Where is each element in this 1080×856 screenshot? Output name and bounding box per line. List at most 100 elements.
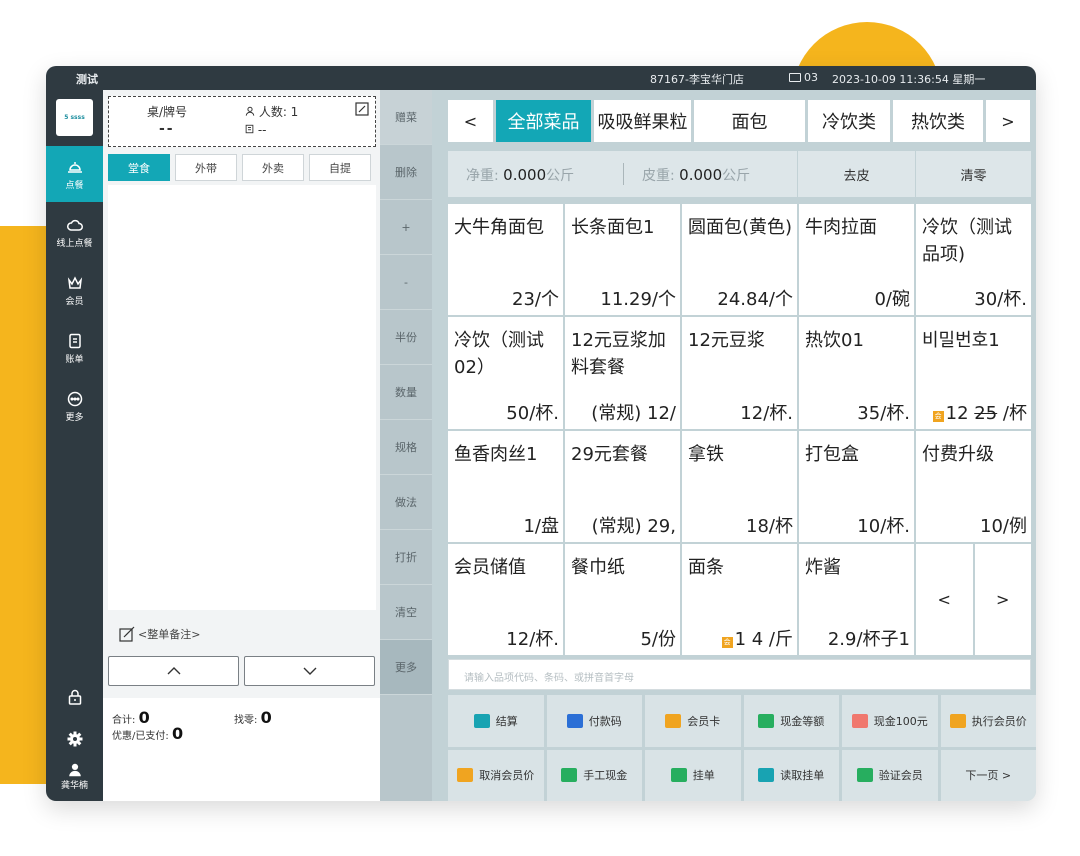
category-prev-button[interactable]: < [448,100,493,142]
product-search-input[interactable]: 请输入品项代码、条码、或拼音首字母 [448,659,1031,690]
tab-bread[interactable]: 面包 [694,100,805,142]
tare-button[interactable]: 去皮 [797,151,915,197]
product-tile[interactable]: 付费升级 10/例 [916,430,1031,542]
sidebar-item-more[interactable]: 更多 [46,378,103,434]
product-tile[interactable]: 圆面包(黄色) 24.84/个 [682,204,797,316]
pencil-icon [119,626,135,642]
product-tile[interactable]: 大牛角面包 23/个 [448,204,563,316]
product-tile[interactable]: 冷饮（测试品项) 30/杯. [916,204,1031,316]
delete-item-button[interactable]: 删除 [380,145,432,200]
product-tile[interactable]: 12元豆浆加料套餐 (常规) 12/ [565,317,680,429]
table-card[interactable]: 桌/牌号 -- 人数: 1 -- [108,96,376,147]
tab-delivery[interactable]: 外卖 [242,154,304,181]
tab-takeaway[interactable]: 外带 [175,154,237,181]
cash-exact-button[interactable]: 现金等额 [743,695,839,747]
decrease-button[interactable]: - [380,255,432,310]
tab-hot-drinks[interactable]: 热饮类 [893,100,983,142]
product-tile[interactable]: 会员储值 12/杯. [448,543,563,655]
cash-100-button[interactable]: 现金100元 [842,695,938,747]
product-tile[interactable]: 长条面包1 11.29/个 [565,204,680,316]
product-tile[interactable]: 29元套餐 (常规) 29, [565,430,680,542]
tab-dine-in[interactable]: 堂食 [108,154,170,181]
category-next-button[interactable]: > [986,100,1030,142]
product-price: (常规) 29, [591,515,676,537]
product-tile[interactable]: 冷饮（测试02） 50/杯. [448,317,563,429]
hold-order-button[interactable]: 挂单 [645,749,741,801]
scroll-up-button[interactable] [108,656,239,686]
sidebar-item-member[interactable]: 会员 [46,262,103,318]
product-name: 비밀번호1 [922,330,1000,352]
payment-operations: 结算 付款码 会员卡 现金等额 现金100元 执行会员价 取消会员价 手工现金 … [448,695,1036,801]
product-name: 付费升级 [922,443,994,465]
guest-count: 人数: 1 [245,103,298,120]
lock-button[interactable] [46,688,103,706]
tare-weight-unit: 公斤 [722,168,751,184]
discount-button[interactable]: 打折 [380,530,432,585]
price-unit: /杯 [1002,402,1027,424]
product-next-page-button[interactable]: > [975,544,1032,655]
scroll-down-button[interactable] [244,656,375,686]
sidebar-item-online-order[interactable]: 线上点餐 [46,204,103,260]
tab-all-items[interactable]: 全部菜品 [496,100,591,142]
member-price-icon: 会 [721,637,733,648]
product-name: 牛肉拉面 [805,217,877,238]
op-label: 读取挂单 [780,769,825,783]
sidebar-item-label: 点餐 [65,180,84,191]
verify-member-button[interactable]: 验证会员 [842,749,938,801]
scroll-buttons [108,656,375,686]
table-number: -- [159,121,175,137]
increase-button[interactable]: + [380,200,432,255]
product-tile[interactable]: 牛肉拉面 0/碗 [799,204,914,316]
tab-pickup[interactable]: 自提 [309,154,371,181]
manual-cash-button[interactable]: 手工现金 [546,749,642,801]
tab-cold-drinks[interactable]: 冷饮类 [808,100,890,142]
waiter-info: -- [245,123,267,137]
card-icon [665,713,682,728]
half-portion-button[interactable]: 半份 [380,310,432,365]
user-icon [68,763,81,777]
checkout-button[interactable]: 结算 [448,695,544,747]
sidebar-item-order[interactable]: 点餐 [46,146,103,202]
cancel-member-price-button[interactable]: 取消会员价 [448,749,544,801]
product-tile[interactable]: 拿铁 18/杯 [682,430,797,542]
product-tile[interactable]: 热饮01 35/杯. [799,317,914,429]
payment-code-button[interactable]: 付款码 [546,695,642,747]
product-tile[interactable]: 비밀번호1 会 12 25 /杯 [916,317,1031,429]
tab-fruit[interactable]: 吸吸鲜果粒 [594,100,691,142]
clear-button[interactable]: 清空 [380,585,432,640]
retrieve-held-order-button[interactable]: 读取挂单 [743,749,839,801]
product-name: 鱼香肉丝1 [454,443,538,465]
product-tile[interactable]: 鱼香肉丝1 1/盘 [448,430,563,542]
sidebar-item-bills[interactable]: 账单 [46,320,103,376]
product-price-group: 会 12 25 /杯 [932,399,1027,425]
method-button[interactable]: 做法 [380,475,432,530]
zero-button[interactable]: 清零 [915,151,1031,197]
op-label: 现金100元 [873,714,928,728]
product-name: 会员储值 [454,556,526,578]
product-tile[interactable]: 餐巾纸 5/份 [565,543,680,655]
product-price: 2.9/杯子1 [827,629,910,650]
more-actions-button[interactable]: 更多 [380,640,432,695]
product-name: 面条 [688,556,724,578]
net-weight: 净重: 0.000公斤 [466,165,574,185]
edit-icon[interactable] [355,102,369,116]
current-user[interactable]: 龚华楠 [46,762,103,791]
member-card-button[interactable]: 会员卡 [645,695,741,747]
verify-icon [856,768,873,783]
product-tile[interactable]: 打包盒 10/杯. [799,430,914,542]
next-page-button[interactable]: 下一页 > [940,749,1036,801]
product-prev-page-button[interactable]: < [916,543,975,655]
gift-item-button[interactable]: 赠菜 [380,90,432,145]
quantity-button[interactable]: 数量 [380,365,432,420]
product-tile[interactable]: 面条会 1 4 /斤 [682,543,797,655]
apply-member-price-button[interactable]: 执行会员价 [940,695,1036,747]
spec-button[interactable]: 规格 [380,420,432,475]
op-label: 手工现金 [583,769,628,783]
order-remarks[interactable]: <整单备注> [119,626,200,642]
product-tile[interactable]: 炸酱 2.9/杯子1 [799,543,914,655]
order-panel: 桌/牌号 -- 人数: 1 -- 堂食 外带 外卖 自提 <整单备注> 合计: … [103,90,380,801]
settings-button[interactable] [46,730,103,748]
op-label: 现金等额 [780,714,825,728]
card-icon [245,124,254,134]
product-tile[interactable]: 12元豆浆 12/杯. [682,317,797,429]
